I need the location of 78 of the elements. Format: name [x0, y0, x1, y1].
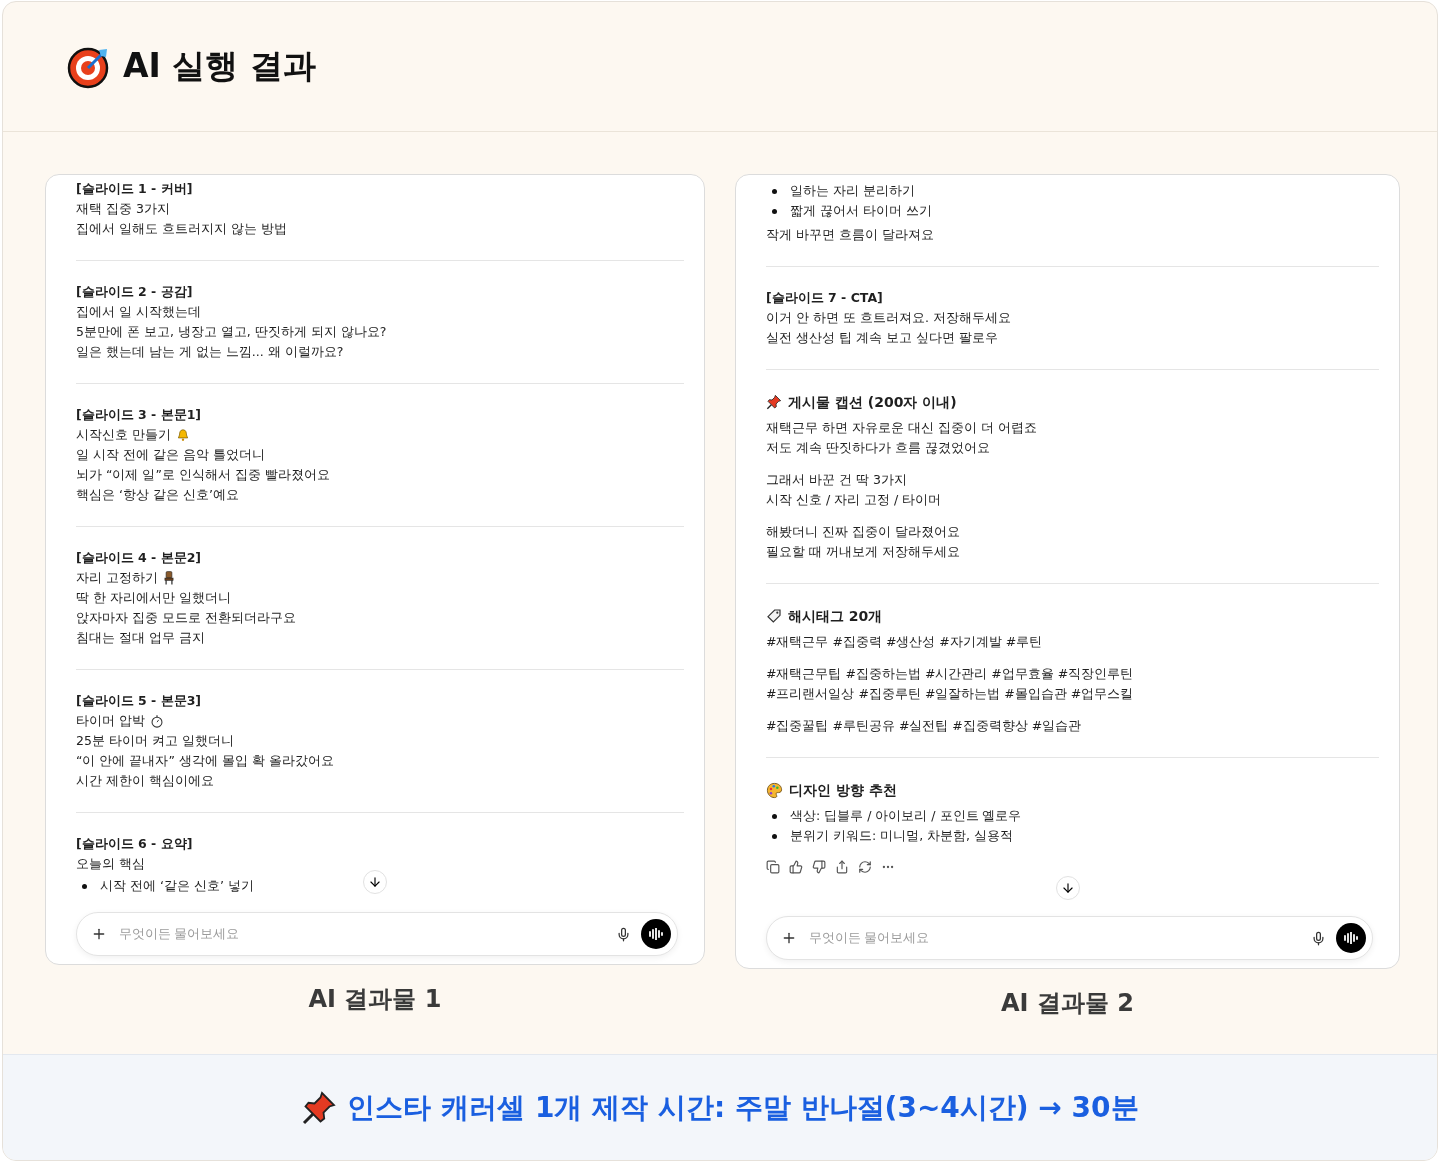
arrow-down-icon — [1060, 881, 1075, 895]
scroll-down-button[interactable] — [363, 870, 387, 894]
copy-icon[interactable] — [766, 860, 780, 874]
scroll-down-button[interactable] — [1055, 876, 1080, 900]
chair-icon — [163, 571, 175, 585]
refresh-icon[interactable] — [858, 860, 872, 874]
slide-heading: [슬라이드 5 - 본문3] — [76, 692, 202, 710]
slide-heading: [슬라이드 2 - 공감] — [76, 283, 193, 301]
section-heading: 디자인 방향 추천 — [789, 781, 897, 800]
share-icon[interactable] — [835, 860, 849, 874]
bullet-item: 시작 전에 ‘같은 신호’ 넣기 — [76, 876, 254, 896]
text-line: “이 안에 끝내자” 생각에 몰입 확 올라갔어요 — [76, 752, 334, 770]
plus-icon[interactable] — [781, 930, 797, 946]
slide-heading: [슬라이드 1 - 커버] — [76, 180, 193, 198]
text-line: 그래서 바꾼 건 딱 3가지 — [766, 471, 907, 489]
message-composer[interactable]: 무엇이든 물어보세요 — [76, 912, 678, 956]
text-line: 타이머 압박 — [76, 712, 145, 730]
bell-icon — [176, 428, 190, 442]
message-composer[interactable]: 무엇이든 물어보세요 — [766, 916, 1373, 960]
panel-caption: AI 결과물 2 — [1001, 988, 1134, 1019]
text-line: 저도 계속 딴짓하다가 흐름 끊겼었어요 — [766, 439, 990, 457]
bullet-item: 색상: 딥블루 / 아이보리 / 포인트 옐로우 — [766, 806, 1022, 826]
text-line: #집중꿀팁 #루틴공유 #실전팁 #집중력향상 #일습관 — [766, 717, 1082, 735]
text-line: 앉자마자 집중 모드로 전환되더라구요 — [76, 609, 296, 627]
text-line: 뇌가 “이제 일”로 인식해서 집중 빨라졌어요 — [76, 466, 330, 484]
text-line: 자리 고정하기 — [76, 569, 158, 587]
text-line: 실전 생산성 팁 계속 보고 싶다면 팔로우 — [766, 329, 998, 347]
arrow-down-icon — [368, 875, 382, 889]
slide-heading: [슬라이드 4 - 본문2] — [76, 549, 202, 567]
thumbs-down-icon[interactable] — [812, 860, 826, 874]
text-line: 작게 바꾸면 흐름이 달라져요 — [766, 226, 934, 244]
text-line: 집에서 일해도 흐트러지지 않는 방법 — [76, 220, 287, 238]
mic-icon[interactable] — [1311, 930, 1326, 946]
text-line: 재택근무 하면 자유로운 대신 집중이 더 어렵죠 — [766, 419, 1037, 437]
slide-heading: [슬라이드 7 - CTA] — [766, 289, 883, 307]
tag-icon — [766, 608, 782, 624]
text-line: 필요할 때 꺼내보게 저장해두세요 — [766, 543, 960, 561]
text-line: #프리랜서일상 #집중루틴 #일잘하는법 #몰입습관 #업무스킬 — [766, 685, 1134, 703]
waveform-icon — [1344, 932, 1358, 944]
section-heading: 게시물 캡션 (200자 이내) — [788, 393, 957, 412]
palette-icon — [766, 781, 783, 799]
text-line: 핵심은 ‘항상 같은 신호’예요 — [76, 486, 239, 504]
panel-caption: AI 결과물 1 — [308, 984, 442, 1015]
summary-banner-text: 인스타 캐러셀 1개 제작 시간: 주말 반나절(3~4시간) → 30분 — [347, 1089, 1139, 1126]
text-line: 일은 했는데 남는 게 없는 느낌... 왜 이럴까요? — [76, 343, 344, 361]
text-line: 일 시작 전에 같은 음악 틀었더니 — [76, 446, 265, 464]
text-line: 이거 안 하면 또 흐트러져요. 저장해두세요 — [766, 309, 1011, 327]
section-heading: 해시태그 20개 — [788, 607, 883, 626]
bullet-item: 일하는 자리 분리하기 — [766, 181, 915, 201]
text-line: 시작 신호 / 자리 고정 / 타이머 — [766, 491, 942, 509]
text-line: 시간 제한이 핵심이에요 — [76, 772, 214, 790]
pushpin-icon — [301, 1089, 338, 1126]
text-line: #재택근무팁 #집중하는법 #시간관리 #업무효율 #직장인루틴 — [766, 665, 1134, 683]
stopwatch-icon — [150, 714, 164, 728]
text-line: 25분 타이머 켜고 일했더니 — [76, 732, 234, 750]
slide-heading: [슬라이드 6 - 요약] — [76, 835, 193, 853]
bullet-item: 분위기 키워드: 미니멀, 차분함, 실용적 — [766, 826, 1014, 846]
message-input[interactable]: 무엇이든 물어보세요 — [807, 930, 1301, 946]
voice-button[interactable] — [641, 919, 671, 949]
waveform-icon — [649, 928, 663, 940]
thumbs-up-icon[interactable] — [789, 860, 803, 874]
text-line: 재택 집중 3가지 — [76, 200, 170, 218]
plus-icon[interactable] — [91, 926, 107, 942]
text-line: 침대는 절대 업무 금지 — [76, 629, 205, 647]
voice-button[interactable] — [1336, 923, 1366, 953]
text-line: #재택근무 #집중력 #생산성 #자기계발 #루틴 — [766, 633, 1043, 651]
bullet-item: 짧게 끊어서 타이머 쓰기 — [766, 201, 932, 221]
text-line: 5분만에 폰 보고, 냉장고 열고, 딴짓하게 되지 않나요? — [76, 323, 387, 341]
slide-heading: [슬라이드 3 - 본문1] — [76, 406, 202, 424]
pushpin-icon — [766, 394, 782, 410]
text-line: 딱 한 자리에서만 일했더니 — [76, 589, 231, 607]
text-line: 오늘의 핵심 — [76, 855, 145, 873]
text-line: 시작신호 만들기 — [76, 426, 171, 444]
text-line: 집에서 일 시작했는데 — [76, 303, 201, 321]
message-input[interactable]: 무엇이든 물어보세요 — [117, 926, 606, 942]
text-line: 해봤더니 진짜 집중이 달라졌어요 — [766, 523, 960, 541]
mic-icon[interactable] — [616, 926, 631, 942]
page-title: AI 실행 결과 — [123, 45, 316, 87]
